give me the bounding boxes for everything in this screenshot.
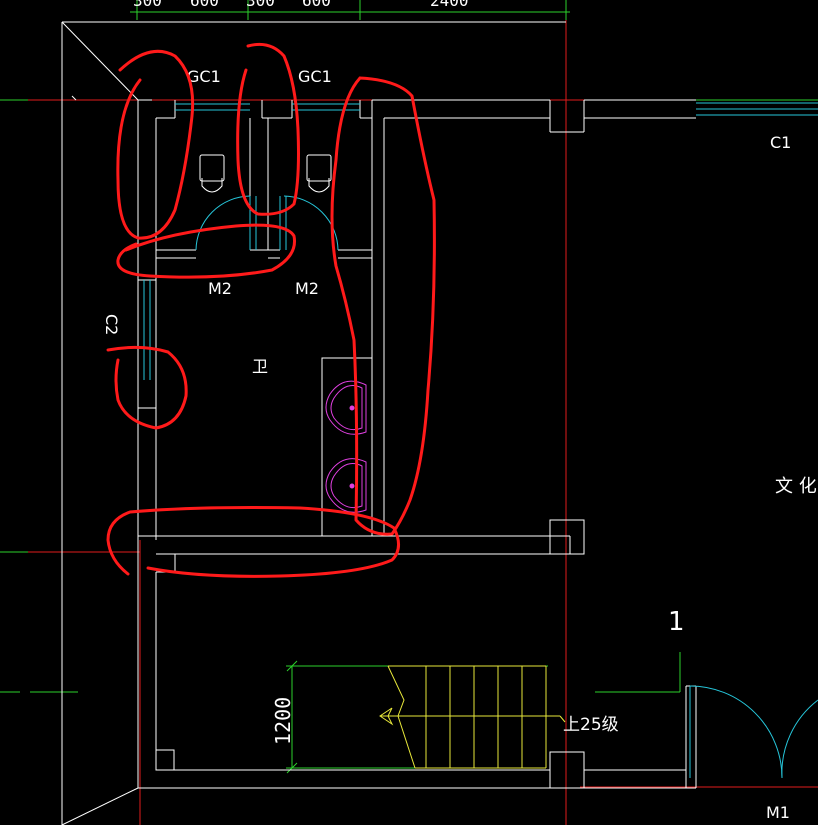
- label-window-c2: C2: [102, 314, 121, 335]
- label-door-m2-right: M2: [295, 279, 319, 298]
- label-stair-depth: 1200: [271, 697, 295, 745]
- label-stair-note: 上25级: [563, 715, 619, 735]
- dim-top-3: 300: [246, 0, 275, 10]
- dim-top-5: 2400: [430, 0, 469, 10]
- label-room-culture: 文 化: [775, 476, 817, 497]
- floor-plan-drawing: 300 600 300 600 2400 GC1 GC1 C1 C2 M2 M2…: [0, 0, 818, 825]
- dim-top-4: 600: [302, 0, 331, 10]
- dim-top-2: 600: [190, 0, 219, 10]
- label-room-toilet: 卫: [252, 357, 268, 376]
- label-window-gc1-right: GC1: [298, 67, 332, 86]
- label-door-m1: M1: [766, 803, 790, 822]
- label-section-mark: 1: [668, 607, 685, 637]
- dim-top-1: 300: [133, 0, 162, 10]
- label-window-gc1-left: GC1: [187, 67, 221, 86]
- label-door-m2-left: M2: [208, 279, 232, 298]
- label-window-c1: C1: [770, 133, 791, 152]
